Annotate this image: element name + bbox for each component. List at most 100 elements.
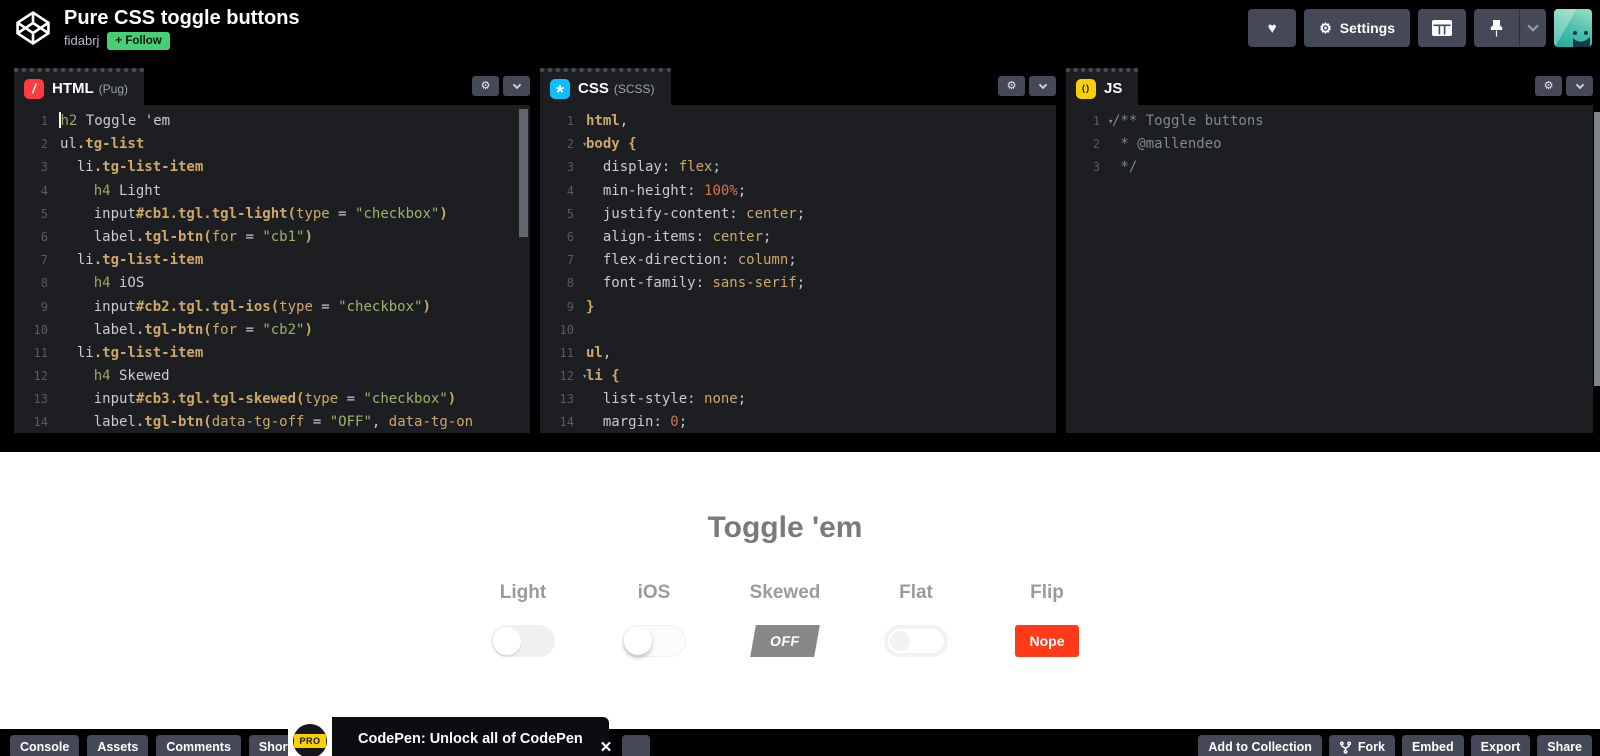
toggle-flat[interactable] [884, 625, 948, 657]
settings-button[interactable]: ⚙ Settings [1304, 9, 1410, 47]
code-line[interactable]: 1 ▾/** Toggle buttons [1066, 110, 1593, 133]
code-line[interactable]: 2 ▾ body { [540, 133, 1056, 156]
fold-arrow-icon[interactable]: ▾ [582, 366, 587, 389]
pin-dropdown-button[interactable] [1520, 9, 1546, 47]
code-text: h4 iOS [93, 275, 145, 292]
code-line[interactable]: 2 * @mallendeo [1066, 133, 1593, 156]
fold-arrow-icon[interactable]: ▾ [1108, 111, 1113, 134]
pen-author[interactable]: fidabrj [64, 33, 99, 48]
banner-close-button[interactable]: ✕ [594, 735, 618, 756]
tab-js[interactable]: () JS [1066, 68, 1139, 105]
pro-banner-text: CodePen: Unlock all of CodePen [332, 717, 609, 756]
code-line[interactable]: 14 label.tgl-btn(data-tg-off = "OFF", da… [14, 411, 530, 433]
code-line[interactable]: 12 h4 Skewed [14, 365, 530, 388]
chevron-down-icon [512, 80, 521, 90]
hidden-button[interactable] [622, 735, 650, 756]
html-collapse-button[interactable] [503, 76, 530, 96]
html-settings-button[interactable]: ⚙ [472, 76, 499, 96]
code-line[interactable]: 10 label.tgl-btn(for = "cb2") [14, 319, 530, 342]
code-text: label.tgl-btn(for = "cb2") [60, 321, 313, 338]
code-line[interactable]: 4 min-height: 100%; [540, 180, 1056, 203]
like-button[interactable]: ♥ [1248, 9, 1297, 47]
code-line[interactable]: 8 h4 iOS [14, 272, 530, 295]
follow-button[interactable]: + Follow [107, 31, 170, 50]
line-number: 2 [566, 137, 574, 152]
js-collapse-button[interactable] [1566, 76, 1593, 96]
code-line[interactable]: 13 input#cb3.tgl.tgl-skewed(type = "chec… [14, 388, 530, 411]
code-line[interactable]: 1 html, [540, 110, 1056, 133]
code-line[interactable]: 5 justify-content: center; [540, 203, 1056, 226]
css-settings-button[interactable]: ⚙ [998, 76, 1025, 96]
code-text: html, [586, 113, 629, 129]
toggle-skewed[interactable]: OFF [750, 625, 820, 657]
tab-css-label: CSS [578, 80, 609, 97]
code-line[interactable]: 1 h2 Toggle 'em [14, 110, 530, 133]
tab-html[interactable]: / HTML (Pug) [14, 68, 144, 105]
preview-heading: Toggle 'em [707, 511, 863, 544]
toggle-ios[interactable] [622, 625, 686, 657]
code-text: li.tg-list-item [60, 344, 204, 361]
user-avatar[interactable] [1554, 9, 1592, 47]
code-line[interactable]: 7 flex-direction: column; [540, 249, 1056, 272]
code-line[interactable]: 3 */ [1066, 156, 1593, 179]
code-line[interactable]: 12 ▾ li { [540, 365, 1056, 388]
pro-badge: PRO [294, 733, 326, 748]
code-line[interactable]: 9 input#cb2.tgl.tgl-ios(type = "checkbox… [14, 296, 530, 319]
footer-button-embed[interactable]: Embed [1401, 735, 1464, 756]
tab-css[interactable]: * CSS (SCSS) [540, 68, 671, 105]
code-text: h4 Light [93, 182, 162, 199]
toggle-flip[interactable]: Nope [1015, 625, 1079, 657]
code-line[interactable]: 3 li.tg-list-item [14, 156, 530, 179]
css-code-editor[interactable]: 1 html, 2 ▾ body {3 display: flex; 4 min-heig… [540, 105, 1056, 433]
layout-button[interactable] [1418, 9, 1466, 47]
line-number: 9 [566, 299, 574, 314]
code-text: body { [586, 136, 637, 153]
css-collapse-button[interactable] [1029, 76, 1056, 96]
code-line[interactable]: 11 li.tg-list-item [14, 342, 530, 365]
code-line[interactable]: 5 input#cb1.tgl.tgl-light(type = "checkb… [14, 203, 530, 226]
code-line[interactable]: 14 margin: 0; [540, 411, 1056, 433]
toggle-knob [624, 627, 652, 655]
tab-js-label: JS [1104, 80, 1123, 97]
pen-title: Pure CSS toggle buttons [64, 6, 300, 29]
editor-scrollbar-thumb[interactable] [519, 109, 528, 237]
code-line[interactable]: 2 ul.tg-list [14, 133, 530, 156]
line-number: 2 [1092, 137, 1100, 152]
code-line[interactable]: 4 h4 Light [14, 180, 530, 203]
line-number: 3 [40, 160, 48, 175]
line-number: 14 [559, 415, 574, 430]
toggle-light[interactable] [491, 625, 555, 657]
code-line[interactable]: 13 list-style: none; [540, 388, 1056, 411]
footer-button-add-to-collection[interactable]: Add to Collection [1198, 735, 1322, 756]
html-code-editor[interactable]: 1 h2 Toggle 'em 2 ul.tg-list 3 li.tg-list-it… [14, 105, 530, 433]
footer-button-fork[interactable]: Fork [1328, 735, 1395, 756]
gear-icon: ⚙ [480, 79, 491, 92]
js-settings-button[interactable]: ⚙ [1535, 76, 1562, 96]
code-line[interactable]: 11 ul, [540, 342, 1056, 365]
chevron-down-icon [1527, 20, 1539, 32]
line-number: 10 [33, 322, 48, 337]
page-scrollbar-thumb[interactable] [1594, 112, 1600, 386]
code-line[interactable]: 6 label.tgl-btn(for = "cb1") [14, 226, 530, 249]
code-line[interactable]: 6 align-items: center; [540, 226, 1056, 249]
code-text: */ [1112, 159, 1138, 176]
footer-button-export[interactable]: Export [1470, 735, 1531, 756]
header-actions: ♥ ⚙ Settings [1248, 9, 1592, 47]
footer-button-share[interactable]: Share [1537, 735, 1592, 756]
code-line[interactable]: 7 li.tg-list-item [14, 249, 530, 272]
codepen-logo-icon[interactable] [14, 9, 52, 47]
fold-arrow-icon[interactable]: ▾ [582, 134, 587, 157]
code-line[interactable]: 9} [540, 296, 1056, 319]
pro-banner[interactable]: PRO CodePen: Unlock all of CodePen [288, 717, 609, 756]
line-number: 4 [566, 183, 574, 198]
js-code-editor[interactable]: 1 ▾/** Toggle buttons 2 * @mallendeo 3 */ [1066, 105, 1593, 433]
code-line[interactable]: 10 [540, 319, 1056, 342]
footer-right-buttons: Add to Collection Fork Embed Export Share [1198, 735, 1592, 756]
line-number: 9 [40, 299, 48, 314]
footer-button-assets[interactable]: Assets [87, 735, 149, 756]
pin-button[interactable] [1474, 9, 1520, 47]
code-line[interactable]: 8 font-family: sans-serif; [540, 272, 1056, 295]
footer-button-comments[interactable]: Comments [156, 735, 241, 756]
footer-button-console[interactable]: Console [10, 735, 80, 756]
code-line[interactable]: 3 display: flex; [540, 156, 1056, 179]
